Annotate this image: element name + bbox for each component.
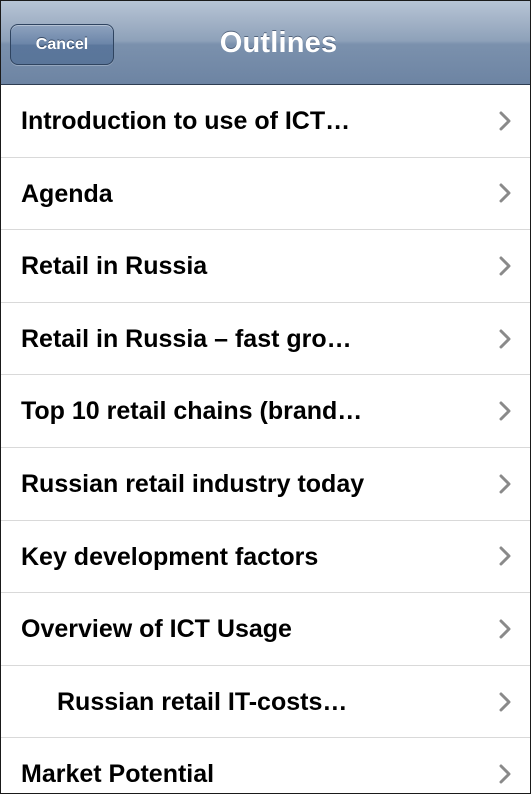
outline-item[interactable]: Introduction to use of ICT… (1, 85, 530, 158)
outline-item-label: Key development factors (21, 542, 319, 571)
outline-item[interactable]: Retail in Russia (1, 230, 530, 303)
chevron-right-icon (496, 448, 514, 520)
chevron-right-icon (496, 593, 514, 665)
outline-item-label: Retail in Russia – fast gro… (21, 324, 352, 353)
chevron-right-icon (496, 375, 514, 447)
outline-item[interactable]: Market Potential (1, 738, 530, 793)
outline-item-label: Top 10 retail chains (brand… (21, 397, 363, 426)
outline-list: Introduction to use of ICT… Agenda Retai… (1, 85, 530, 793)
page-title: Outlines (219, 27, 338, 59)
chevron-right-icon (496, 666, 514, 738)
outline-subitem[interactable]: Russian retail IT-costs… (1, 666, 530, 739)
outline-item[interactable]: Agenda (1, 158, 530, 231)
outline-item[interactable]: Retail in Russia – fast gro… (1, 303, 530, 376)
outline-item[interactable]: Top 10 retail chains (brand… (1, 375, 530, 448)
outline-item-label: Russian retail industry today (21, 469, 365, 498)
chevron-right-icon (496, 738, 514, 793)
chevron-right-icon (496, 303, 514, 375)
chevron-right-icon (496, 230, 514, 302)
chevron-right-icon (496, 85, 514, 157)
outline-item[interactable]: Overview of ICT Usage (1, 593, 530, 666)
outline-item-label: Russian retail IT-costs… (57, 687, 348, 716)
app-window: Cancel Outlines Introduction to use of I… (0, 0, 531, 794)
navigation-bar: Cancel Outlines (1, 1, 530, 85)
chevron-right-icon (496, 158, 514, 230)
chevron-right-icon (496, 521, 514, 593)
outline-item-label: Overview of ICT Usage (21, 615, 292, 644)
outline-item-label: Introduction to use of ICT… (21, 107, 351, 135)
outline-item-label: Market Potential (21, 760, 215, 789)
outline-item-label: Retail in Russia (21, 252, 208, 281)
outline-item-label: Agenda (21, 179, 113, 208)
outline-item[interactable]: Russian retail industry today (1, 448, 530, 521)
outline-item[interactable]: Key development factors (1, 521, 530, 594)
